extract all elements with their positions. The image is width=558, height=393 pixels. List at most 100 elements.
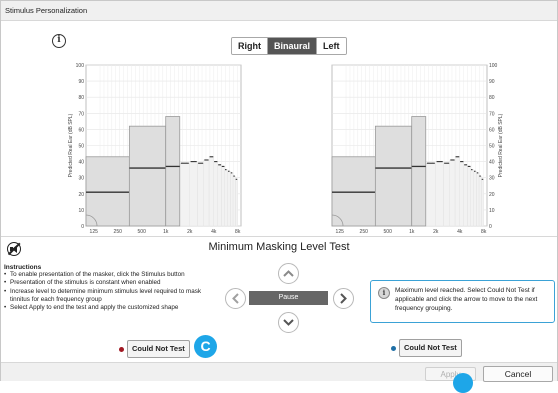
step-fill: [197, 163, 204, 227]
y-tick-label: 20: [489, 192, 495, 198]
x-tick-label: 500: [138, 229, 147, 235]
ear-option-binaural[interactable]: Binaural: [268, 38, 318, 54]
ear-option-left[interactable]: Left: [317, 38, 346, 54]
y-tick-label: 50: [489, 144, 495, 150]
instructions-list: To enable presentation of the masker, cl…: [4, 271, 209, 313]
y-tick-label: 10: [489, 208, 495, 214]
x-tick-label: 125: [336, 229, 345, 235]
step-fill: [463, 164, 468, 227]
level-up-button[interactable]: [278, 263, 299, 284]
y-tick-label: 40: [78, 160, 84, 166]
could-not-test-right-button[interactable]: Could Not Test: [127, 340, 190, 358]
info-icon[interactable]: i: [52, 34, 66, 48]
could-not-test-left-button[interactable]: Could Not Test: [399, 339, 462, 357]
band-bar: [374, 125, 413, 227]
step-fill: [221, 166, 225, 227]
y-tick-label: 80: [489, 95, 495, 101]
ear-selector: Right Binaural Left: [231, 37, 347, 55]
instruction-item: Increase level to determine minimum stim…: [4, 288, 209, 305]
section-divider: [1, 236, 557, 237]
chevron-up-icon: [283, 270, 294, 277]
y-tick-label: 0: [81, 224, 84, 230]
step-fill: [203, 159, 210, 227]
step-fill: [449, 159, 456, 227]
y-tick-label: 70: [489, 111, 495, 117]
y-tick-label: 100: [489, 63, 498, 69]
y-tick-label: 30: [78, 176, 84, 182]
x-tick-label: 250: [114, 229, 123, 235]
x-tick-label: 4k: [457, 229, 463, 235]
y-tick-label: 90: [489, 79, 495, 85]
ear-option-right[interactable]: Right: [232, 38, 268, 54]
info-icon: i: [378, 287, 390, 299]
step-fill: [224, 169, 228, 227]
step-fill: [235, 179, 238, 227]
step-fill: [435, 161, 444, 227]
step-fill: [227, 171, 231, 227]
step-fill: [476, 172, 480, 227]
step-fill: [443, 163, 450, 227]
instruction-item: Presentation of the stimulus is constant…: [4, 279, 209, 288]
x-tick-label: 500: [384, 229, 393, 235]
step-fill: [425, 163, 436, 227]
next-group-button[interactable]: [333, 288, 354, 309]
y-tick-label: 60: [489, 127, 495, 133]
band-bar: [165, 116, 181, 227]
y-tick-label: 60: [78, 127, 84, 133]
y-tick-label: 0: [489, 224, 492, 230]
instructions-heading: Instructions: [4, 264, 42, 271]
y-tick-label: 50: [78, 144, 84, 150]
chevron-right-icon: [340, 293, 347, 304]
left-ear-dot: [391, 346, 396, 351]
y-tick-label: 100: [76, 63, 85, 69]
step-fill: [481, 179, 484, 227]
step-fill: [470, 169, 474, 227]
chevron-left-icon: [232, 293, 239, 304]
y-tick-label: 90: [78, 79, 84, 85]
x-tick-label: 8k: [235, 229, 241, 235]
step-fill: [208, 156, 214, 227]
level-down-button[interactable]: [278, 312, 299, 333]
step-fill: [213, 161, 218, 227]
test-title: Minimum Masking Level Test: [208, 241, 350, 253]
step-fill: [454, 156, 460, 227]
pause-button[interactable]: Pause: [249, 291, 328, 305]
step-fill: [459, 161, 464, 227]
instruction-item: Select Apply to end the test and apply t…: [4, 304, 209, 313]
x-tick-label: 2k: [433, 229, 439, 235]
step-fill: [179, 163, 190, 227]
x-tick-label: 2k: [187, 229, 193, 235]
step-fill: [189, 161, 198, 227]
step-fill: [473, 171, 477, 227]
y-tick-label: 80: [78, 95, 84, 101]
y-tick-label: 40: [489, 160, 495, 166]
band-bar: [128, 125, 167, 227]
y-axis-label: Predicted Real Ear (dB SPL): [498, 113, 504, 177]
instruction-item: To enable presentation of the masker, cl…: [4, 271, 209, 280]
step-fill: [230, 172, 234, 227]
step-fill: [467, 166, 471, 227]
right-ear-dot: [119, 347, 124, 352]
y-tick-label: 70: [78, 111, 84, 117]
step-fill: [478, 175, 482, 227]
x-tick-label: 8k: [481, 229, 487, 235]
x-tick-label: 1k: [163, 229, 169, 235]
left-ear-chart: 0 10 20 30 40 50 60 70 80 90 100 125 250 500 1k 2k 4k 8k P…: [331, 63, 504, 235]
window-title: Stimulus Personalization: [1, 1, 557, 21]
band-bar: [411, 116, 427, 227]
previous-group-button[interactable]: [225, 288, 246, 309]
cancel-button[interactable]: Cancel: [483, 366, 553, 382]
step-fill: [232, 175, 236, 227]
x-tick-label: 4k: [211, 229, 217, 235]
x-tick-label: 250: [360, 229, 369, 235]
y-tick-label: 20: [78, 192, 84, 198]
x-tick-label: 125: [90, 229, 99, 235]
apply-callout-badge: [453, 373, 473, 393]
right-ear-chart: 0 10 20 30 40 50 60 70 80 90 100 125 250 500 1k 2k 4k 8k P…: [68, 63, 242, 235]
max-level-notice: i Maximum level reached. Select Could No…: [370, 280, 555, 323]
stimulus-personalization-window: Stimulus Personalization i Right Binaura…: [0, 0, 558, 393]
x-tick-label: 1k: [409, 229, 415, 235]
y-tick-label: 10: [78, 208, 84, 214]
band-bar: [85, 156, 130, 227]
step-fill: [217, 164, 222, 227]
